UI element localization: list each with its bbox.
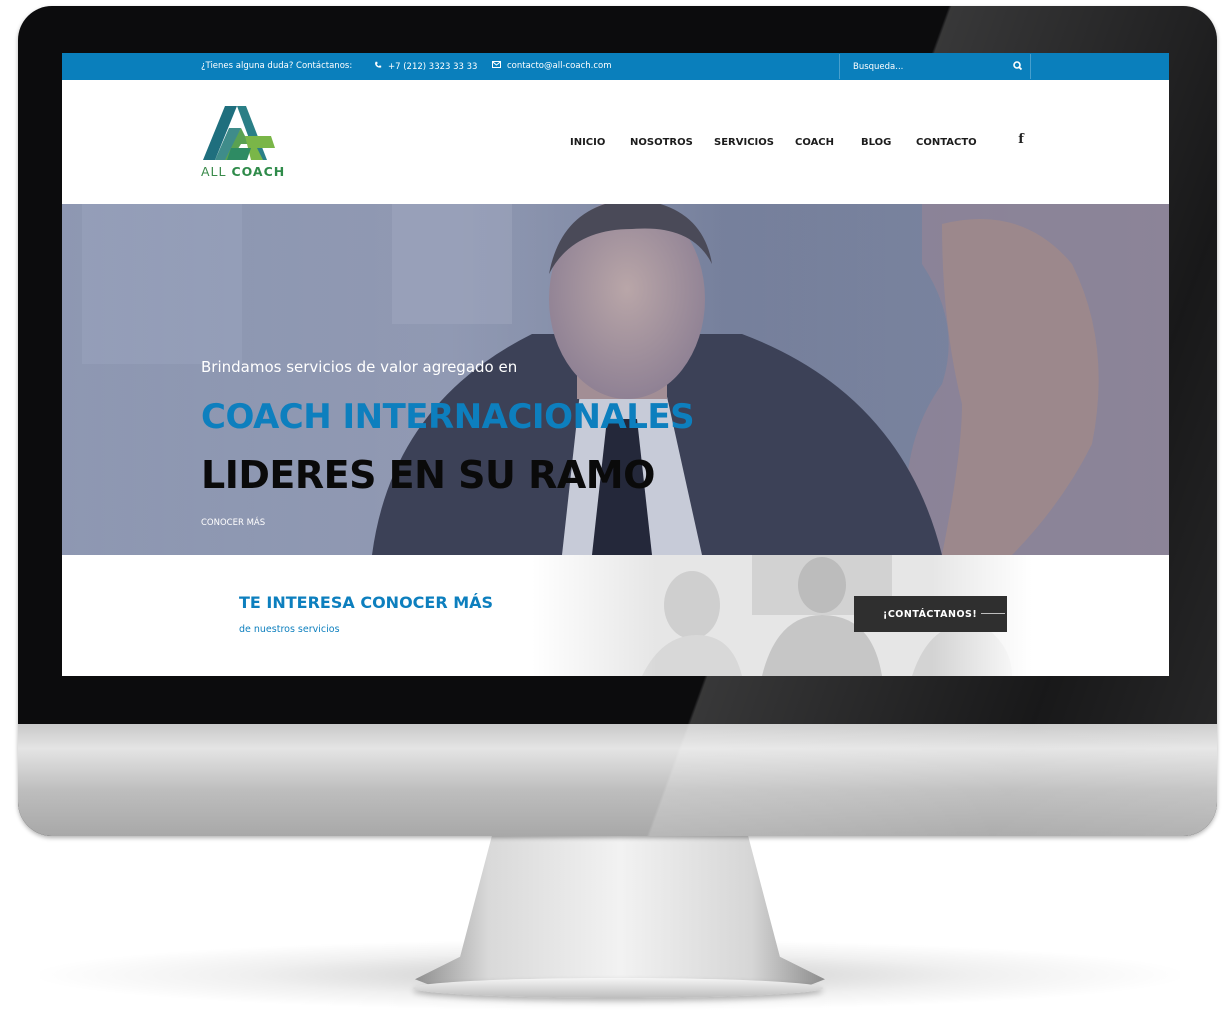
hero-banner: Brindamos servicios de valor agregado en… [62,204,1169,555]
nav-item-inicio[interactable]: INICIO [570,137,605,148]
monitor-chin [18,724,1217,836]
phone-number: +7 (212) 3323 33 33 [388,62,478,72]
monitor-stand-base [413,978,823,998]
hero-headline-black: LIDERES EN SU RAMO [201,453,655,497]
nav-item-coach[interactable]: COACH [795,137,834,148]
facebook-icon[interactable]: f [1014,133,1028,147]
email-contact[interactable]: contacto@all-coach.com [492,61,612,71]
cta-section: TE INTERESA CONOCER MÁS de nuestros serv… [62,555,1169,676]
arrow-icon [981,613,1005,614]
monitor-stand [415,832,825,992]
cta-subtitle: de nuestros servicios [239,624,340,635]
logo[interactable]: ALL COACH [200,104,290,180]
email-address: contacto@all-coach.com [507,61,612,71]
contact-us-label: ¡CONTÁCTANOS! [883,608,978,620]
contact-us-button[interactable]: ¡CONTÁCTANOS! [854,596,1007,632]
phone-contact[interactable]: +7 (212) 3323 33 33 [374,61,477,72]
search-icon[interactable] [1012,60,1024,72]
nav-item-blog[interactable]: BLOG [861,137,891,148]
top-bar: ¿Tienes alguna duda? Contáctanos: +7 (21… [62,53,1169,80]
hero-headline-blue: COACH INTERNACIONALES [201,397,695,437]
search-box [839,54,1031,79]
nav-item-contacto[interactable]: CONTACTO [916,137,977,148]
nav-item-servicios[interactable]: SERVICIOS [714,137,774,148]
search-input[interactable] [840,54,1010,79]
logo-word-coach: COACH [231,164,286,179]
hero-background-image [62,204,1169,555]
hero-intro: Brindamos servicios de valor agregado en [201,358,518,376]
site-header: ALL COACH INICIO NOSOTROS SERVICIOS COAC… [62,80,1169,204]
logo-word-all: ALL [201,164,227,179]
phone-icon [374,61,382,71]
cta-title: TE INTERESA CONOCER MÁS [239,593,494,612]
envelope-icon [492,61,501,70]
logo-mark-icon [203,106,275,160]
nav-item-nosotros[interactable]: NOSOTROS [630,137,693,148]
logo-text: ALL COACH [201,164,285,179]
learn-more-link[interactable]: CONOCER MÁS [201,518,265,528]
website-screen: ¿Tienes alguna duda? Contáctanos: +7 (21… [62,53,1169,676]
contact-question: ¿Tienes alguna duda? Contáctanos: [201,61,353,71]
